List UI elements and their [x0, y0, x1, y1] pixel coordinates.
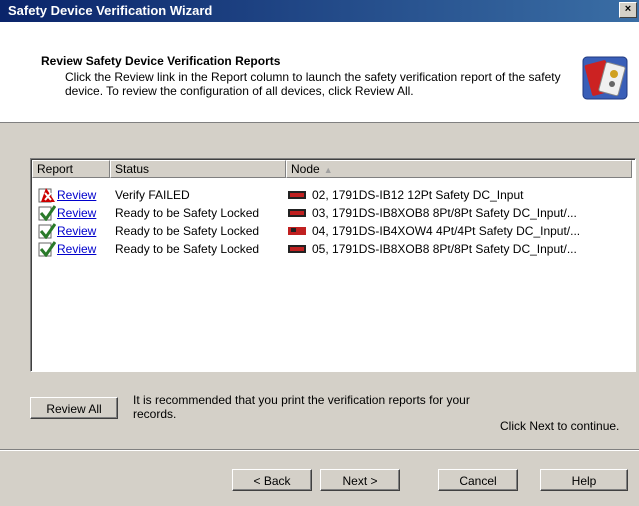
status-text: Verify FAILED: [115, 188, 190, 202]
page-title: Review Safety Device Verification Report…: [41, 54, 281, 68]
title-bar: Safety Device Verification Wizard ×: [0, 0, 639, 22]
table-row: Review Ready to be Safety Locked 03, 179…: [32, 204, 634, 222]
node-text: 05, 1791DS-IB8XOB8 8Pt/8Pt Safety DC_Inp…: [312, 242, 577, 256]
status-text: Ready to be Safety Locked: [115, 242, 260, 256]
node-text: 04, 1791DS-IB4XOW4 4Pt/4Pt Safety DC_Inp…: [312, 224, 581, 238]
wizard-header: Review Safety Device Verification Report…: [0, 22, 639, 123]
safety-device-icon: [582, 56, 628, 100]
device-report-list[interactable]: Report Status Node ▲ Review Verify FAILED…: [30, 158, 636, 372]
column-node[interactable]: Node ▲: [286, 160, 632, 178]
review-all-button[interactable]: Review All: [30, 397, 118, 419]
column-status[interactable]: Status: [110, 160, 286, 178]
device-module-icon: [288, 227, 306, 235]
checkmark-icon: [38, 223, 56, 239]
table-row: Review Ready to be Safety Locked 04, 179…: [32, 222, 634, 240]
review-link[interactable]: Review: [57, 204, 96, 222]
status-text: Ready to be Safety Locked: [115, 206, 260, 220]
status-text: Ready to be Safety Locked: [115, 224, 260, 238]
device-module-icon: [288, 209, 306, 217]
device-module-icon: [288, 245, 306, 253]
column-report[interactable]: Report: [32, 160, 110, 178]
checkmark-icon: [38, 241, 56, 257]
next-button[interactable]: Next >: [320, 469, 400, 491]
review-link[interactable]: Review: [57, 222, 96, 240]
device-module-icon: [288, 191, 306, 199]
column-report-label: Report: [37, 162, 74, 176]
sort-ascending-icon[interactable]: ▲: [324, 165, 333, 175]
table-row: Review Ready to be Safety Locked 05, 179…: [32, 240, 634, 258]
footer-divider: [0, 449, 639, 451]
node-text: 03, 1791DS-IB8XOB8 8Pt/8Pt Safety DC_Inp…: [312, 206, 577, 220]
node-text: 02, 1791DS-IB12 12Pt Safety DC_Input: [312, 188, 524, 202]
continue-hint: Click Next to continue.: [500, 419, 620, 433]
review-link[interactable]: Review: [57, 240, 96, 258]
list-header: Report Status Node ▲: [32, 160, 634, 178]
print-recommendation-text: It is recommended that you print the ver…: [133, 393, 470, 421]
cancel-button[interactable]: Cancel: [438, 469, 518, 491]
window-title: Safety Device Verification Wizard: [8, 3, 213, 18]
close-button[interactable]: ×: [619, 2, 637, 18]
failed-x-icon: [38, 188, 55, 203]
page-description: Click the Review link in the Report colu…: [65, 70, 561, 98]
help-button[interactable]: Help: [540, 469, 628, 491]
checkmark-icon: [38, 205, 56, 221]
back-button[interactable]: < Back: [232, 469, 312, 491]
column-status-label: Status: [115, 162, 150, 176]
column-node-label: Node: [291, 162, 320, 176]
review-link[interactable]: Review: [57, 186, 96, 204]
table-row: Review Verify FAILED 02, 1791DS-IB12 12P…: [32, 186, 634, 204]
